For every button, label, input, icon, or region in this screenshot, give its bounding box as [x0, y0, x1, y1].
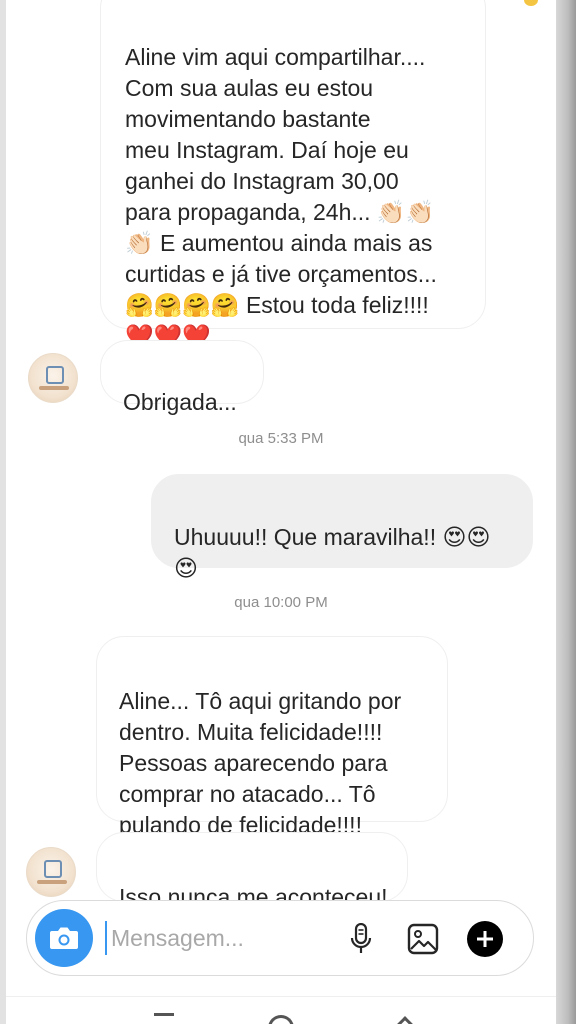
voice-button[interactable] [341, 919, 381, 959]
gallery-button[interactable] [403, 919, 443, 959]
message-text: Uhuuuu!! Que maravilha!! 😍😍 😍 [174, 524, 491, 581]
menu-nav-icon[interactable] [154, 1013, 174, 1023]
incoming-message[interactable]: Aline... Tô aqui gritando por dentro. Mu… [96, 636, 448, 838]
message-text: Aline vim aqui compartilhar.... Com sua … [125, 44, 437, 349]
incoming-message[interactable]: Obrigada... [100, 340, 264, 415]
message-input[interactable] [105, 921, 335, 955]
message-text: Aline... Tô aqui gritando por dentro. Mu… [119, 688, 402, 838]
message-composer [26, 900, 534, 976]
outgoing-message[interactable]: Uhuuuu!! Que maravilha!! 😍😍 😍 [151, 474, 533, 581]
incoming-message[interactable]: Isso nunca me aconteceu! [96, 832, 408, 910]
gallery-icon [407, 923, 439, 955]
home-nav-icon[interactable] [268, 1015, 294, 1024]
microphone-icon [350, 923, 372, 953]
add-button[interactable] [465, 919, 505, 959]
message-timestamp: qua 5:33 PM [238, 430, 324, 447]
back-nav-icon[interactable] [395, 1016, 415, 1024]
sender-avatar[interactable] [26, 847, 76, 897]
camera-button[interactable] [35, 909, 93, 967]
message-text: Obrigada... [123, 389, 237, 415]
camera-icon [50, 927, 78, 949]
screen-edge-right [556, 0, 576, 1024]
chat-screen: Aline vim aqui compartilhar.... Com sua … [6, 0, 556, 1024]
system-nav-bar [6, 996, 556, 1024]
sender-avatar[interactable] [28, 353, 78, 403]
incoming-message[interactable]: Aline vim aqui compartilhar.... Com sua … [100, 0, 486, 349]
plus-circle-icon [467, 921, 503, 957]
corner-badge [524, 0, 538, 6]
message-timestamp: qua 10:00 PM [234, 594, 328, 611]
